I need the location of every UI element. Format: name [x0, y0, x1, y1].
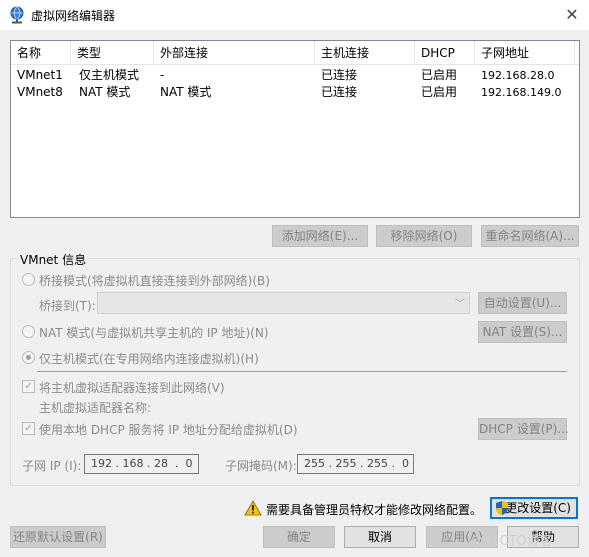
table-row[interactable]: VMnet8 NAT 模式 NAT 模式 已连接 已启用 192.168.149…: [11, 84, 579, 101]
host-only-mode-label[interactable]: 仅主机模式(在专用网络内连接虚拟机)(H): [39, 350, 259, 367]
admin-notice: 需要具备管理员特权才能修改网络配置。: [266, 503, 483, 517]
network-table[interactable]: 名称 类型 外部连接 主机连接 DHCP 子网地址 VMnet1 仅主机模式 -…: [10, 40, 580, 218]
connect-adapter-checkbox[interactable]: ✓: [22, 380, 35, 393]
col-header-external[interactable]: 外部连接: [154, 41, 315, 65]
host-only-mode-radio[interactable]: [22, 351, 35, 364]
col-header-dhcp[interactable]: DHCP: [415, 41, 475, 65]
cell-type: 仅主机模式: [79, 68, 140, 82]
adapter-name-label: 主机虚拟适配器名称:: [39, 401, 152, 415]
cell-dhcp: 已启用: [421, 68, 458, 82]
use-dhcp-checkbox[interactable]: ✓: [22, 422, 35, 435]
subnet-ip-field[interactable]: 192 . 168 . 28 . 0: [84, 454, 199, 474]
rename-network-button[interactable]: 重命名网络(A)...: [481, 225, 579, 247]
add-network-button[interactable]: 添加网络(E)...: [272, 225, 368, 247]
ok-button[interactable]: 确定: [263, 526, 335, 548]
chevron-down-icon: ﹀: [455, 299, 465, 310]
watermark: @51CTO博客: [470, 534, 553, 549]
cell-host: 已连接: [321, 68, 358, 82]
bridge-mode-radio[interactable]: [22, 273, 35, 286]
warning-icon: [244, 500, 262, 516]
subnet-ip-label: 子网 IP (I):: [22, 459, 82, 473]
cell-host: 已连接: [321, 85, 358, 99]
vmnet-info-label: VMnet 信息: [18, 251, 89, 268]
connect-adapter-label[interactable]: 将主机虚拟适配器连接到此网络(V): [39, 379, 225, 396]
cell-type: NAT 模式: [79, 85, 131, 99]
uac-shield-icon: [496, 501, 508, 515]
restore-defaults-button[interactable]: 还原默认设置(R): [10, 526, 106, 548]
divider: [37, 371, 567, 372]
nat-mode-label[interactable]: NAT 模式(与虚拟机共享主机的 IP 地址)(N): [39, 324, 269, 341]
nat-settings-button[interactable]: NAT 设置(S)...: [478, 321, 567, 343]
col-header-host[interactable]: 主机连接: [315, 41, 415, 65]
col-header-name[interactable]: 名称: [11, 41, 71, 65]
cancel-button[interactable]: 取消: [344, 526, 416, 548]
table-header: 名称 类型 外部连接 主机连接 DHCP 子网地址: [11, 41, 579, 65]
cell-subnet: 192.168.149.0: [481, 86, 562, 99]
network-globe-icon: [10, 6, 24, 24]
close-icon[interactable]: ✕: [560, 4, 584, 26]
use-dhcp-label[interactable]: 使用本地 DHCP 服务将 IP 地址分配给虚拟机(D): [39, 421, 298, 438]
col-header-type[interactable]: 类型: [71, 41, 154, 65]
cell-external: NAT 模式: [160, 85, 212, 99]
table-row[interactable]: VMnet1 仅主机模式 - 已连接 已启用 192.168.28.0: [11, 67, 579, 84]
bridge-mode-label[interactable]: 桥接模式(将虚拟机直接连接到外部网络)(B): [39, 272, 270, 289]
subnet-mask-field[interactable]: 255 . 255 . 255 . 0: [297, 454, 414, 474]
cell-external: -: [160, 68, 165, 82]
nat-mode-radio[interactable]: [22, 325, 35, 338]
dhcp-settings-button[interactable]: DHCP 设置(P)...: [478, 418, 569, 440]
col-header-subnet[interactable]: 子网地址: [475, 41, 575, 65]
cell-dhcp: 已启用: [421, 85, 458, 99]
remove-network-button[interactable]: 移除网络(O): [376, 225, 472, 247]
cell-name: VMnet1: [17, 68, 63, 82]
bridge-to-select[interactable]: ﹀: [97, 292, 470, 314]
bridge-to-label: 桥接到(T):: [39, 299, 96, 313]
subnet-mask-label: 子网掩码(M):: [225, 459, 297, 473]
window-title: 虚拟网络编辑器: [31, 9, 116, 23]
cell-subnet: 192.168.28.0: [481, 69, 555, 82]
auto-settings-button[interactable]: 自动设置(U)...: [478, 292, 567, 314]
cell-name: VMnet8: [17, 85, 63, 99]
